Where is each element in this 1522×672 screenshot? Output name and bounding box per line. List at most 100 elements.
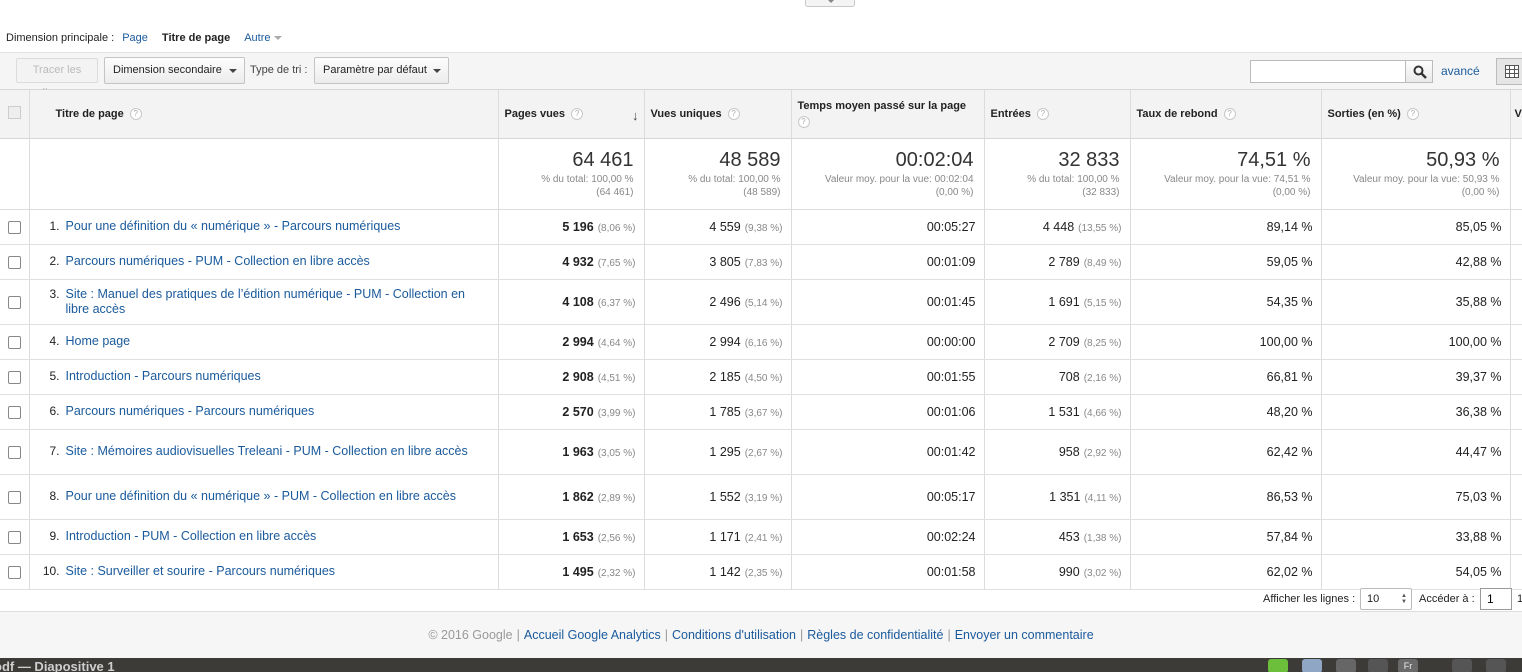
row-checkbox-cell[interactable] — [0, 244, 30, 280]
wifi-icon[interactable] — [1368, 659, 1388, 672]
battery-icon[interactable] — [1486, 659, 1506, 672]
select-all-checkbox[interactable] — [7, 105, 21, 119]
update-icon[interactable] — [1268, 659, 1288, 672]
row-checkbox[interactable] — [7, 370, 21, 384]
column-header-extra[interactable]: V — [1510, 90, 1522, 139]
help-icon[interactable]: ? — [797, 116, 810, 129]
row-checkbox-cell[interactable] — [0, 474, 30, 520]
caret-down-icon — [274, 36, 283, 41]
pageviews-cell: 2 570 (3,99 %) — [498, 394, 645, 430]
sort-type-select[interactable]: Paramètre par défaut — [314, 57, 449, 84]
table-view-button[interactable] — [1496, 58, 1522, 85]
table-row[interactable]: 8. Pour une définition du « numérique » -… — [0, 474, 1522, 520]
goto-page-input[interactable] — [1480, 588, 1512, 610]
page-title-link[interactable]: Home page — [66, 334, 486, 349]
row-checkbox[interactable] — [7, 335, 21, 349]
row-title-cell: 3. Site : Manuel des pratiques de l’éditi… — [29, 279, 499, 325]
bounce-rate-cell: 57,84 % — [1130, 519, 1322, 555]
row-checkbox-cell[interactable] — [0, 429, 30, 475]
row-title-cell: 5. Introduction - Parcours numériques — [29, 359, 499, 395]
page-title-link[interactable]: Introduction - Parcours numériques — [66, 369, 486, 384]
footer-link-feedback[interactable]: Envoyer un commentaire — [955, 628, 1094, 642]
total-subtext: Valeur moy. pour la vue: 00:02:04 — [824, 173, 974, 185]
row-checkbox[interactable] — [7, 255, 21, 269]
page-title-link[interactable]: Parcours numériques - Parcours numérique… — [66, 404, 486, 419]
select-all-checkbox-cell[interactable] — [0, 90, 30, 139]
bounce-rate-cell: 54,35 % — [1130, 279, 1322, 325]
taskbar-window-title[interactable]: odf — Diapositive 1 — [0, 660, 115, 672]
row-checkbox-cell[interactable] — [0, 394, 30, 430]
help-icon[interactable]: ? — [1036, 107, 1049, 120]
page-title-link[interactable]: Pour une définition du « numérique » - P… — [66, 219, 486, 234]
row-checkbox-cell[interactable] — [0, 279, 30, 325]
table-row[interactable]: 1. Pour une définition du « numérique » -… — [0, 209, 1522, 245]
row-checkbox[interactable] — [7, 405, 21, 419]
column-header-bounce-rate[interactable]: Taux de rebond? — [1130, 90, 1322, 139]
entrances-percent: (13,55 %) — [1078, 222, 1122, 234]
table-row[interactable]: 3. Site : Manuel des pratiques de l’éditi… — [0, 279, 1522, 325]
page-title-link[interactable]: Site : Manuel des pratiques de l’édition… — [66, 287, 486, 317]
mail-icon[interactable] — [1452, 659, 1472, 672]
column-header-avg-time[interactable]: Temps moyen passé sur la page? — [791, 90, 985, 139]
column-header-pageviews[interactable]: Pages vues? ↓ — [498, 90, 645, 139]
row-checkbox-cell[interactable] — [0, 519, 30, 555]
help-icon[interactable]: ? — [1223, 107, 1236, 120]
avg-time-cell: 00:01:09 — [791, 244, 985, 280]
table-row[interactable]: 2. Parcours numériques - PUM - Collection… — [0, 244, 1522, 280]
help-icon[interactable]: ? — [727, 107, 740, 120]
search-button[interactable] — [1405, 60, 1433, 83]
page-title-link[interactable]: Site : Surveiller et sourire - Parcours … — [66, 564, 486, 579]
row-checkbox-cell[interactable] — [0, 209, 30, 245]
rows-per-page-select[interactable]: 10 ▲ ▼ — [1360, 588, 1412, 610]
keyboard-layout[interactable]: Fr — [1398, 659, 1418, 672]
dimension-other-dropdown[interactable]: Autre — [244, 32, 283, 44]
row-checkbox[interactable] — [7, 295, 21, 309]
extra-cell — [1510, 359, 1522, 395]
unique-views-cell: 1 552 (3,19 %) — [644, 474, 792, 520]
advanced-search-link[interactable]: avancé — [1441, 64, 1480, 78]
tools-icon[interactable] — [1336, 659, 1356, 672]
row-checkbox[interactable] — [7, 565, 21, 579]
dimension-page[interactable]: Page — [122, 32, 148, 44]
plot-rows-button[interactable]: Tracer les lignes — [16, 58, 98, 99]
row-checkbox-cell[interactable] — [0, 359, 30, 395]
page-title-link[interactable]: Introduction - PUM - Collection en libre… — [66, 529, 486, 544]
table-row[interactable]: 6. Parcours numériques - Parcours numériq… — [0, 394, 1522, 430]
column-header-page-title[interactable]: Titre de page? — [29, 90, 499, 139]
extra-cell — [1510, 324, 1522, 360]
table-search-input[interactable] — [1250, 60, 1407, 83]
table-row[interactable]: 4. Home page 2 994 (4,64 %) 2 994 (6,16 %) 00:… — [0, 324, 1522, 360]
page-title-link[interactable]: Parcours numériques - PUM - Collection e… — [66, 254, 486, 269]
exits-cell: 42,88 % — [1321, 244, 1511, 280]
column-header-entrances[interactable]: Entrées? — [984, 90, 1131, 139]
footer-link-privacy[interactable]: Règles de confidentialité — [807, 628, 943, 642]
help-icon[interactable]: ? — [129, 107, 142, 120]
row-index: 10. — [42, 564, 60, 578]
help-icon[interactable]: ? — [571, 107, 584, 120]
collapse-handle[interactable] — [805, 0, 855, 7]
column-header-unique-views[interactable]: Vues uniques? — [644, 90, 792, 139]
entrances-value: 1 691 — [1048, 294, 1080, 309]
column-header-exits[interactable]: Sorties (en %)? — [1321, 90, 1511, 139]
row-checkbox[interactable] — [7, 530, 21, 544]
cloud-icon[interactable] — [1302, 659, 1322, 672]
table-row[interactable]: 7. Site : Mémoires audiovisuelles Trelean… — [0, 429, 1522, 475]
exits-cell: 44,47 % — [1321, 429, 1511, 475]
page-title-link[interactable]: Pour une définition du « numérique » - P… — [66, 489, 486, 504]
sort-type-value: Paramètre par défaut — [323, 64, 427, 76]
help-icon[interactable]: ? — [1406, 107, 1419, 120]
footer-link-home[interactable]: Accueil Google Analytics — [524, 628, 661, 642]
pageviews-percent: (2,89 %) — [597, 492, 636, 504]
row-checkbox-cell[interactable] — [0, 324, 30, 360]
unique-views-value: 1 142 — [709, 564, 741, 579]
table-row[interactable]: 9. Introduction - PUM - Collection en lib… — [0, 519, 1522, 555]
row-checkbox[interactable] — [7, 445, 21, 459]
total-value: 74,51 % — [1237, 148, 1311, 171]
secondary-dimension-select[interactable]: Dimension secondaire — [104, 57, 245, 84]
row-checkbox[interactable] — [7, 490, 21, 504]
page-title-link[interactable]: Site : Mémoires audiovisuelles Treleani … — [66, 444, 486, 459]
row-checkbox[interactable] — [7, 220, 21, 234]
footer-link-terms[interactable]: Conditions d'utilisation — [672, 628, 796, 642]
table-row[interactable]: 5. Introduction - Parcours numériques 2 90… — [0, 359, 1522, 395]
total-value: 64 461 — [572, 148, 634, 171]
